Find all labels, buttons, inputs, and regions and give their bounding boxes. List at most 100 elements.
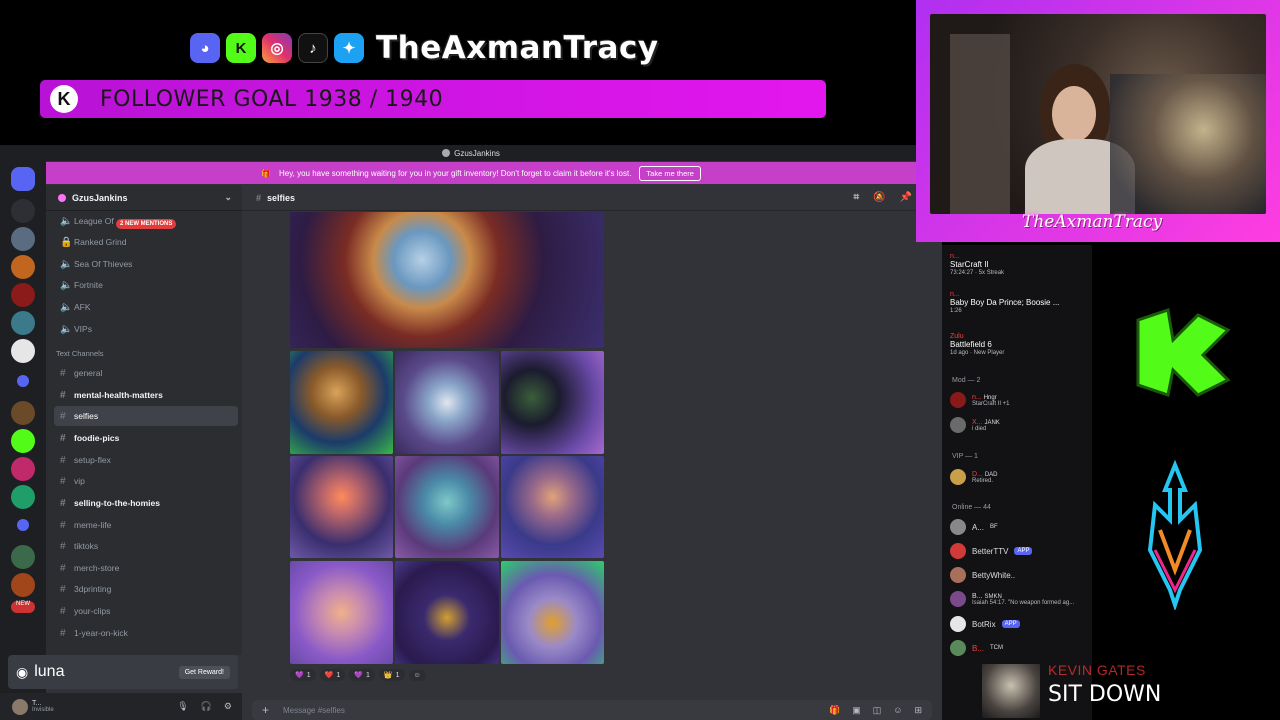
voice-channel[interactable]: 🔈 VIPs: [54, 319, 238, 339]
member-row[interactable]: A... BF: [950, 518, 998, 536]
member-row[interactable]: BetterTTV APP: [950, 542, 1033, 560]
server-icon[interactable]: [11, 401, 35, 425]
server-icon[interactable]: [11, 545, 35, 569]
member-list: n... StarCraft II 73:24:27 · 5x Streak n…: [942, 245, 1092, 720]
title-bar: GzusJankins: [0, 145, 942, 161]
photo[interactable]: [395, 456, 499, 558]
photo[interactable]: [290, 561, 393, 664]
activity-item[interactable]: n... Baby Boy Da Prince; Boosie ... 1:26: [950, 291, 1084, 314]
channel-header: # selfies ⌗ 🔕 📌: [242, 185, 918, 211]
member-row[interactable]: X... JANK i died: [950, 416, 1000, 434]
gift-icon: 🎁: [261, 168, 272, 178]
server-icon[interactable]: [11, 255, 35, 279]
avatar: [950, 616, 966, 632]
gear-icon[interactable]: ⚙: [224, 701, 232, 712]
text-channel[interactable]: # vip: [54, 471, 238, 491]
image-gallery[interactable]: [290, 212, 604, 664]
photo[interactable]: [395, 561, 499, 664]
member-row[interactable]: D... DAD Retired.: [950, 468, 998, 486]
add-reaction-button[interactable]: ☺: [408, 669, 426, 681]
member-row[interactable]: BettyWhite..: [950, 566, 1015, 584]
microphone-icon[interactable]: 🎙: [177, 701, 188, 712]
take-me-there-button[interactable]: Take me there: [639, 165, 701, 181]
activity-item[interactable]: Zulu Battlefield 6 1d ago · New Player: [950, 333, 1084, 356]
text-channel[interactable]: # merch-store: [54, 558, 238, 578]
avatar: [950, 519, 966, 535]
member-row[interactable]: n... Hngr StarCraft II +1: [950, 391, 1010, 409]
voice-channel[interactable]: 🔈 Fortnite: [54, 275, 238, 295]
headset-icon[interactable]: 🎧: [201, 701, 212, 712]
activity-sub: 1d ago · New Player: [950, 350, 1005, 356]
hash-icon: #: [256, 192, 262, 203]
photo[interactable]: [501, 351, 604, 454]
kick-server-icon[interactable]: [11, 429, 35, 453]
server-icon[interactable]: [11, 485, 35, 509]
gif-icon[interactable]: ▣: [852, 705, 861, 716]
text-channels-category[interactable]: Text Channels: [56, 349, 104, 358]
voice-channel[interactable]: 🔈 AFK: [54, 297, 238, 317]
member-row[interactable]: B... SMKN Isaiah 54:17. "No weapon forme…: [950, 590, 1074, 608]
channel-label: Fortnite: [74, 280, 103, 290]
server-header[interactable]: GzusJankins ⌄: [46, 185, 242, 211]
server-icon[interactable]: [11, 311, 35, 335]
now-playing: KEVIN GATES SIT DOWN: [978, 660, 1280, 720]
text-channel[interactable]: # selling-to-the-homies: [54, 493, 238, 513]
member-row[interactable]: BotRix APP: [950, 615, 1020, 633]
voice-channel[interactable]: 🔈 Sea Of Thieves: [54, 254, 238, 274]
reaction[interactable]: ❤️ 1: [319, 669, 346, 681]
server-icon[interactable]: [11, 339, 35, 363]
server-icon[interactable]: [11, 573, 35, 597]
server-icon[interactable]: [11, 199, 35, 223]
threads-icon[interactable]: ⌗: [853, 192, 859, 203]
folder-icon[interactable]: [17, 519, 29, 531]
photo-large[interactable]: [290, 212, 604, 348]
window-title: GzusJankins: [454, 148, 500, 158]
emoji-icon[interactable]: ☺: [893, 705, 902, 716]
bell-muted-icon[interactable]: 🔕: [873, 192, 885, 203]
photo[interactable]: [501, 561, 604, 664]
new-mentions-pill[interactable]: 2 NEW MENTIONS: [116, 219, 177, 229]
reaction-emoji: 👑: [383, 672, 393, 679]
reaction[interactable]: 💜 1: [290, 669, 316, 681]
get-reward-button[interactable]: Get Reward!: [178, 665, 230, 679]
message-composer[interactable]: + Message #selfies 🎁 ▣ ◫ ☺ ⊞: [252, 700, 932, 720]
text-channel[interactable]: # setup-flex: [54, 450, 238, 470]
photo[interactable]: [290, 456, 393, 558]
pin-icon[interactable]: 📌: [900, 192, 912, 203]
text-channel[interactable]: #3dprinting: [54, 579, 238, 599]
reaction[interactable]: 👑 1: [378, 669, 405, 681]
photo[interactable]: [395, 351, 499, 454]
user-info: T... Invisible: [32, 700, 54, 713]
server-icon[interactable]: [11, 457, 35, 481]
discord-home-icon[interactable]: [11, 167, 35, 191]
server-icon[interactable]: [11, 283, 35, 307]
text-channel[interactable]: # foodie-pics: [54, 428, 238, 448]
text-channel-selected[interactable]: # selfies: [54, 406, 238, 426]
attach-plus-icon[interactable]: +: [262, 703, 269, 717]
gift-icon[interactable]: 🎁: [829, 705, 840, 716]
photo[interactable]: [501, 456, 604, 558]
apps-icon[interactable]: ⊞: [914, 705, 922, 716]
photo[interactable]: [290, 351, 393, 454]
activity-item[interactable]: n... StarCraft II 73:24:27 · 5x Streak: [950, 253, 1084, 276]
text-channel[interactable]: # your-clips: [54, 601, 238, 621]
text-channel[interactable]: # general: [54, 363, 238, 383]
message-input[interactable]: Message #selfies: [283, 706, 345, 715]
reaction[interactable]: 💜 1: [349, 669, 375, 681]
sticker-icon[interactable]: ◫: [873, 705, 882, 716]
discord-window: GzusJankins 🎁 Hey, you have something wa…: [0, 145, 942, 720]
hash-icon: #: [60, 605, 66, 617]
member-row[interactable]: B... TCM: [950, 639, 1003, 657]
avatar[interactable]: [12, 698, 28, 715]
reaction-emoji: 💜: [354, 672, 363, 679]
server-icon[interactable]: [11, 227, 35, 251]
text-channel[interactable]: # meme-life: [54, 515, 238, 535]
new-badge-icon[interactable]: NEW: [11, 601, 35, 613]
voice-channel[interactable]: 🔒 Ranked Grind: [54, 232, 238, 252]
folder-icon[interactable]: [17, 375, 29, 387]
chevron-down-icon: ⌄: [224, 192, 232, 202]
text-channel[interactable]: # tiktoks: [54, 536, 238, 556]
text-channel[interactable]: # mental-health-matters: [54, 385, 238, 405]
text-channel[interactable]: #1-year-on-kick: [54, 623, 238, 643]
member-status: Retired.: [972, 477, 994, 484]
